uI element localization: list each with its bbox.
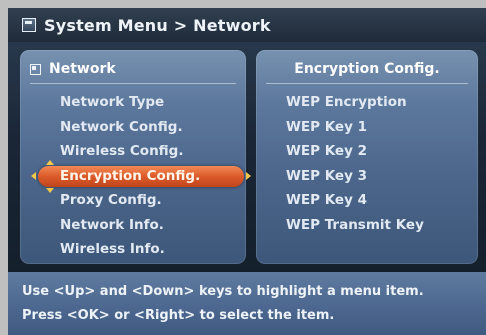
submenu-item-label: WEP Encryption bbox=[286, 94, 407, 110]
network-folder-icon bbox=[30, 63, 41, 75]
network-panel-header: Network bbox=[30, 59, 236, 79]
submenu-item-wep-key-4[interactable]: WEP Key 4 bbox=[256, 188, 478, 213]
title-bar: System Menu > Network bbox=[8, 8, 486, 42]
menu-item-label: Encryption Config. bbox=[60, 167, 201, 184]
encryption-submenu-list: WEP Encryption WEP Key 1 WEP Key 2 WEP K… bbox=[256, 90, 478, 237]
encryption-submenu-panel: Encryption Config. WEP Encryption WEP Ke… bbox=[256, 50, 478, 264]
menu-item-wireless-info[interactable]: Wireless Info. bbox=[20, 237, 246, 262]
submenu-item-wep-transmit-key[interactable]: WEP Transmit Key bbox=[256, 213, 478, 238]
down-arrow-icon bbox=[46, 187, 54, 193]
encryption-panel-header: Encryption Config. bbox=[266, 59, 468, 79]
submenu-item-wep-key-3[interactable]: WEP Key 3 bbox=[256, 164, 478, 189]
help-bar: Use <Up> and <Down> keys to highlight a … bbox=[8, 272, 486, 335]
submenu-item-wep-encryption[interactable]: WEP Encryption bbox=[256, 90, 478, 115]
panel-divider bbox=[30, 83, 236, 84]
help-text-line-1: Use <Up> and <Down> keys to highlight a … bbox=[22, 284, 424, 299]
menu-item-network-info[interactable]: Network Info. bbox=[20, 213, 246, 238]
submenu-item-label: WEP Key 1 bbox=[286, 118, 367, 135]
submenu-item-label: WEP Key 3 bbox=[286, 167, 367, 184]
page-title: System Menu > Network bbox=[44, 15, 271, 35]
panel-divider bbox=[266, 83, 468, 84]
submenu-item-label: WEP Transmit Key bbox=[286, 216, 424, 233]
menu-item-label: Network Config. bbox=[60, 118, 183, 135]
menu-item-label: Proxy Config. bbox=[60, 192, 162, 208]
menu-item-label: Network Info. bbox=[60, 216, 164, 233]
menu-item-label: Wireless Info. bbox=[60, 241, 165, 257]
submenu-item-wep-key-2[interactable]: WEP Key 2 bbox=[256, 139, 478, 164]
menu-item-label: Wireless Config. bbox=[60, 143, 184, 159]
tv-screen: System Menu > Network Network Network Ty… bbox=[8, 8, 486, 335]
encryption-panel-title: Encryption Config. bbox=[294, 61, 440, 77]
menu-icon bbox=[22, 18, 36, 32]
network-panel-title: Network bbox=[49, 61, 116, 77]
left-arrow-icon bbox=[31, 171, 36, 180]
network-menu-panel: Network Network Type Network Config. Wir… bbox=[20, 50, 251, 264]
menu-item-network-type[interactable]: Network Type bbox=[20, 90, 246, 115]
menu-item-label: Network Type bbox=[60, 94, 165, 110]
submenu-item-label: WEP Key 4 bbox=[286, 192, 367, 208]
menu-item-encryption-config[interactable]: Encryption Config. bbox=[20, 159, 251, 193]
submenu-item-label: WEP Key 2 bbox=[286, 143, 367, 159]
up-arrow-icon bbox=[46, 159, 54, 165]
menu-item-network-config[interactable]: Network Config. bbox=[20, 115, 246, 140]
help-text-line-2: Press <OK> or <Right> to select the item… bbox=[22, 308, 335, 323]
right-arrow-icon bbox=[246, 171, 251, 180]
network-menu-list: Network Type Network Config. Wireless Co… bbox=[20, 90, 251, 262]
submenu-item-wep-key-1[interactable]: WEP Key 1 bbox=[256, 115, 478, 140]
